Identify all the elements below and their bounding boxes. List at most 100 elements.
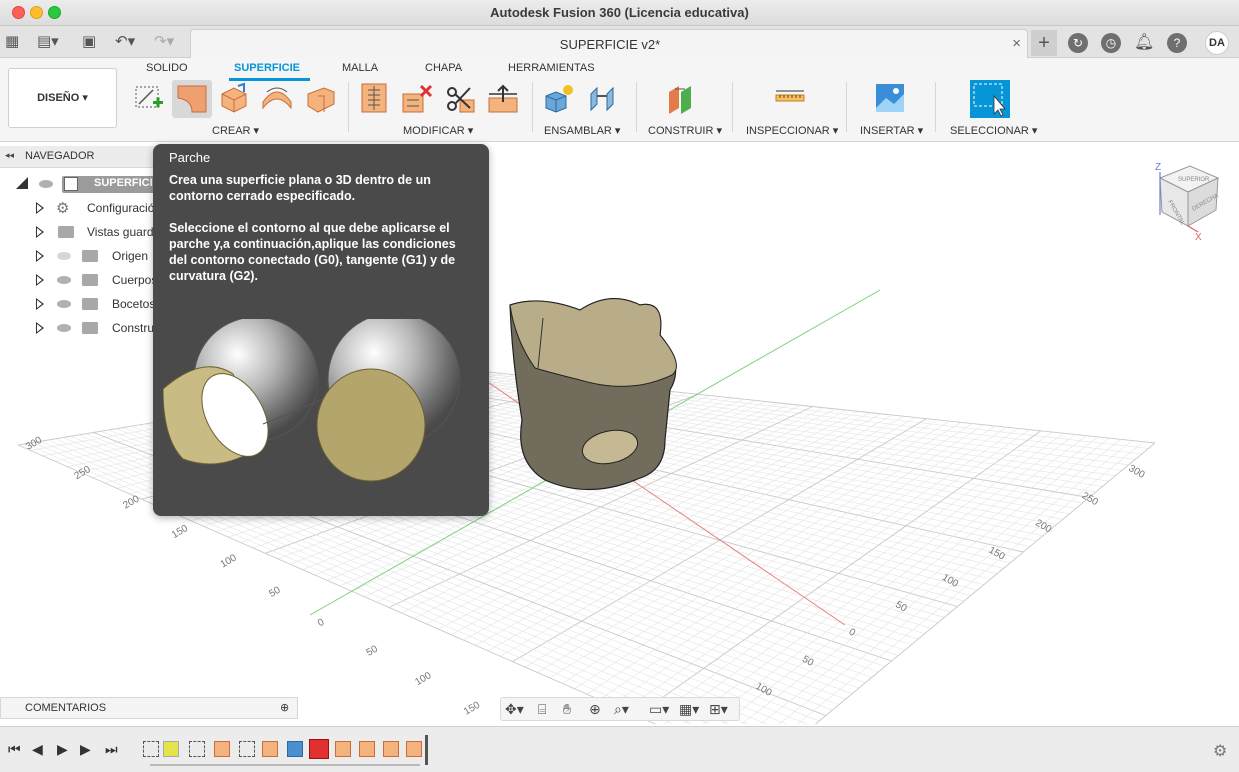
extrude-icon[interactable] [218,82,250,114]
tab-herramientas[interactable]: HERRAMIENTAS [508,62,595,74]
group-construir[interactable]: CONSTRUIR ▾ [648,124,722,137]
visibility-eye-icon[interactable] [57,300,71,308]
redo-icon[interactable]: ↷▾ [154,33,174,51]
thicken-icon[interactable] [358,82,390,114]
timeline-trim-icon[interactable] [309,739,329,759]
group-modificar[interactable]: MODIFICAR ▾ [403,124,473,137]
timeline-extend-icon[interactable] [406,741,422,757]
expanded-triangle-icon[interactable] [16,177,28,189]
file-menu-icon[interactable]: ▤▾ [37,33,59,51]
tab-superficie[interactable]: SUPERFICIE [234,62,300,74]
last-step-icon[interactable]: ⏭︎ [105,741,118,758]
delete-face-icon[interactable] [401,82,433,114]
expand-triangle-icon[interactable] [36,298,44,310]
timeline-extend-icon[interactable] [335,741,351,757]
comments-panel[interactable]: COMENTARIOS ⊕ [0,697,298,719]
user-avatar[interactable]: DA [1205,31,1229,55]
expand-triangle-icon[interactable] [36,250,44,262]
timeline-settings-gear-icon[interactable]: ⚙ [1213,741,1227,761]
ribbon-separator [846,82,847,132]
add-comment-icon[interactable]: ⊕ [280,701,289,714]
axis-tick-label: 200 [121,493,141,511]
surface-model[interactable] [509,297,677,491]
visibility-eye-off-icon[interactable] [57,252,71,260]
ribbon: DISEÑO ▾ SOLIDO SUPERFICIE MALLA CHAPA H… [0,58,1239,142]
timeline-loft-icon[interactable] [262,741,278,757]
group-crear[interactable]: CREAR ▾ [212,124,259,137]
folder-icon [82,250,98,262]
apps-grid-icon[interactable]: ▦ [5,33,19,51]
next-step-icon[interactable]: ▶︎ [80,741,91,758]
trim-scissors-icon[interactable] [444,82,476,114]
expand-triangle-icon[interactable] [36,202,44,214]
grid-settings-icon[interactable]: ▦▾ [679,701,699,718]
timeline-sketch-icon[interactable] [239,741,255,757]
create-sketch-icon[interactable] [133,82,165,114]
grid-line [664,433,1064,724]
undo-icon[interactable]: ↶▾ [115,33,135,51]
patch-icon[interactable] [176,82,208,114]
tab-solido[interactable]: SOLIDO [146,62,188,74]
group-inspeccionar[interactable]: INSPECCIONAR ▾ [746,124,838,137]
axis-tick-label: 0 [847,627,858,640]
pan-hand-icon[interactable]: ✋︎ [563,701,571,718]
timeline-sketch-icon[interactable] [143,741,159,757]
previous-step-icon[interactable]: ◀︎ [32,741,43,758]
revolve-icon[interactable] [261,82,293,114]
expand-triangle-icon[interactable] [36,274,44,286]
timeline-extend-icon[interactable] [383,741,399,757]
collapse-navigator-icon[interactable]: ◂◂ [5,150,14,161]
zoom-icon[interactable]: ⊕ [589,701,601,718]
save-icon[interactable]: ▣ [82,33,96,51]
visibility-eye-icon[interactable] [57,276,71,284]
timeline-marker[interactable] [425,735,428,765]
group-ensamblar[interactable]: ENSAMBLAR ▾ [544,124,620,137]
timeline-extend-icon[interactable] [359,741,375,757]
measure-icon[interactable] [774,82,806,114]
offset-plane-icon[interactable] [665,82,697,114]
timeline-plane-icon[interactable] [163,741,179,757]
play-icon[interactable]: ▶︎ [57,741,68,758]
joint-icon[interactable] [587,82,619,114]
expand-triangle-icon[interactable] [36,226,44,238]
app-title: Autodesk Fusion 360 (Licencia educativa) [490,5,749,20]
expand-triangle-icon[interactable] [36,322,44,334]
select-icon[interactable] [970,80,1010,118]
notifications-bell-icon[interactable]: 🔔︎ [1134,33,1154,53]
display-settings-icon[interactable]: ▭▾ [649,701,669,718]
folder-icon [82,274,98,286]
first-step-icon[interactable]: ⏮︎ [8,741,21,758]
viewports-icon[interactable]: ⊞▾ [709,701,728,718]
tab-chapa[interactable]: CHAPA [425,62,462,74]
new-tab-button[interactable]: + [1031,30,1057,56]
visibility-eye-icon[interactable] [39,180,53,188]
sweep-icon[interactable] [304,82,336,114]
extensions-icon[interactable]: ↻ [1068,33,1088,53]
timeline-sketch-icon[interactable] [189,741,205,757]
help-icon[interactable]: ? [1167,33,1187,53]
gear-icon: ⚙ [56,200,70,217]
job-status-icon[interactable]: ◷ [1101,33,1121,53]
patch-tooltip: Parche Crea una superficie plana o 3D de… [153,144,489,516]
group-seleccionar[interactable]: SELECCIONAR ▾ [950,124,1037,137]
look-at-icon[interactable]: ⌸ [538,701,546,718]
orbit-icon[interactable]: ✥▾ [505,701,524,718]
group-insertar[interactable]: INSERTAR ▾ [860,124,923,137]
viewcube-top-label: SUPERIOR [1178,177,1210,183]
offset-surface-icon[interactable] [487,82,519,114]
timeline-component-icon[interactable] [287,741,303,757]
workspace-switcher-button[interactable]: DISEÑO ▾ [8,68,117,128]
axis-tick-label: 300 [24,435,44,453]
fit-icon[interactable]: ⌕▾ [614,701,629,718]
insert-image-icon[interactable] [874,82,906,114]
viewcube[interactable]: SUPERIOR FRONTAL DERECHA Z X [1155,162,1220,243]
visibility-eye-icon[interactable] [57,324,71,332]
tree-label-origin: Origen [112,249,149,263]
document-tab[interactable]: SUPERFICIE v2* × [190,29,1028,58]
axis-tick-label: 50 [267,585,283,600]
axis-tick-label: 0 [316,617,327,630]
tab-malla[interactable]: MALLA [342,62,378,74]
new-component-icon[interactable] [544,82,576,114]
timeline-patch-icon[interactable] [214,741,230,757]
close-tab-icon[interactable]: × [1012,35,1021,52]
